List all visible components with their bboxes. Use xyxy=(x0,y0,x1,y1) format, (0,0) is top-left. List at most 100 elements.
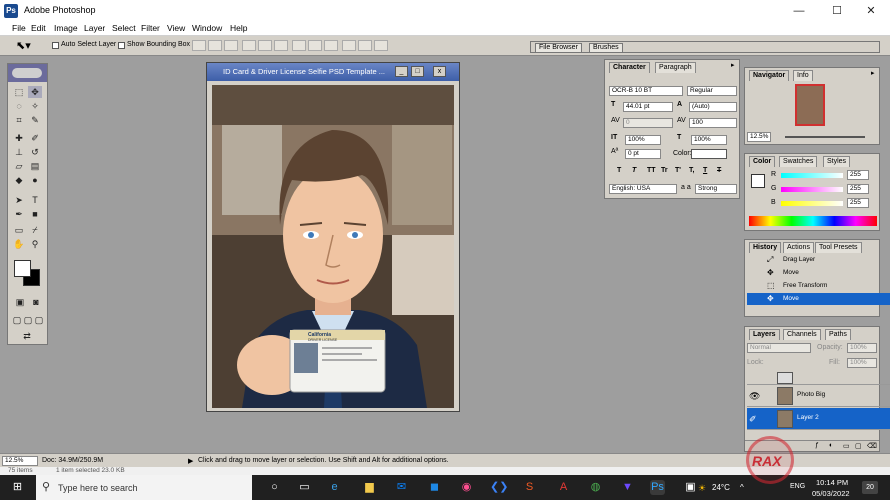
visibility-eye-icon[interactable]: 👁 xyxy=(749,390,761,402)
quickmask-mode-icon[interactable]: ◙ xyxy=(29,296,43,308)
menu-select[interactable]: Select xyxy=(112,23,136,33)
align-top-icon[interactable] xyxy=(192,40,206,51)
maximize-button[interactable]: ☐ xyxy=(822,3,852,19)
font-family-select[interactable]: OCR-B 10 BT xyxy=(609,86,683,96)
magic-wand-icon[interactable]: ✧ xyxy=(28,100,42,112)
menu-view[interactable]: View xyxy=(167,23,185,33)
doc-size-info[interactable]: Doc: 34.9M/250.9M xyxy=(42,457,103,464)
history-item[interactable]: ⬚ Free Transform xyxy=(747,280,890,292)
baseline-shift-field[interactable]: 0 pt xyxy=(625,149,661,159)
strikethrough-button[interactable]: T xyxy=(717,167,721,174)
windows-start-icon[interactable]: ⊞ xyxy=(10,480,25,495)
layer-row-active[interactable]: ✐ Layer 2 xyxy=(747,408,890,430)
lasso-tool-icon[interactable]: ◌ xyxy=(12,100,26,112)
align-left-icon[interactable] xyxy=(242,40,256,51)
menu-image[interactable]: Image xyxy=(54,23,78,33)
tab-brushes[interactable]: Brushes xyxy=(589,43,623,53)
menu-filter[interactable]: Filter xyxy=(141,23,160,33)
doc-minimize-button[interactable]: _ xyxy=(395,66,408,77)
document-titlebar[interactable]: ID Card & Driver License Selfie PSD Temp… xyxy=(207,63,459,81)
edge-icon[interactable]: e xyxy=(327,480,342,495)
history-item[interactable]: ⤢ Drag Layer xyxy=(747,254,890,266)
show-bbox-checkbox[interactable] xyxy=(118,42,125,49)
stamp-tool-icon[interactable]: ⊥ xyxy=(12,146,26,158)
distribute-vcenter-icon[interactable] xyxy=(308,40,322,51)
crop-tool-icon[interactable]: ⌗ xyxy=(12,114,26,126)
menu-file[interactable]: File xyxy=(12,23,26,33)
layer-row[interactable] xyxy=(747,371,890,385)
align-hcenter-icon[interactable] xyxy=(258,40,272,51)
blue-value-field[interactable]: 255 xyxy=(847,198,869,208)
text-color-swatch[interactable] xyxy=(691,149,727,159)
vertical-scale-field[interactable]: 100% xyxy=(625,135,661,145)
navigator-zoom-field[interactable]: 12.5% xyxy=(747,132,771,142)
layer-row[interactable]: 👁 Photo Big xyxy=(747,385,890,407)
store-icon[interactable]: ◼ xyxy=(427,480,442,495)
notes-tool-icon[interactable]: ▭ xyxy=(12,224,26,236)
eraser-tool-icon[interactable]: ▱ xyxy=(12,160,26,172)
screen-mode-full-icon[interactable]: ▢ xyxy=(32,314,46,326)
navigator-thumbnail[interactable] xyxy=(795,84,825,126)
cortana-icon[interactable]: ○ xyxy=(267,480,282,495)
standard-mode-icon[interactable]: ▣ xyxy=(13,296,27,308)
clock-time[interactable]: 10:14 PM xyxy=(816,478,848,487)
new-adjustment-icon[interactable]: ◐ xyxy=(829,442,833,449)
task-view-icon[interactable]: ▭ xyxy=(297,480,312,495)
file-explorer-icon[interactable]: ▆ xyxy=(362,480,377,495)
weather-temp[interactable]: 24°C xyxy=(712,483,730,492)
tracking-field[interactable]: 100 xyxy=(689,118,737,128)
dodge-tool-icon[interactable]: ● xyxy=(28,174,42,186)
language-select[interactable]: English: USA xyxy=(609,184,677,194)
brush-link-icon[interactable]: ✐ xyxy=(749,413,761,425)
auto-select-checkbox[interactable] xyxy=(52,42,59,49)
tab-color[interactable]: Color xyxy=(749,156,776,167)
distribute-right-icon[interactable] xyxy=(374,40,388,51)
pen-tool-icon[interactable]: ✒ xyxy=(12,208,26,220)
close-button[interactable]: ✕ xyxy=(856,3,886,19)
font-size-field[interactable]: 44.01 pt xyxy=(623,102,673,112)
eyedropper-icon[interactable]: ⌿ xyxy=(28,224,42,236)
tab-info[interactable]: Info xyxy=(793,70,813,81)
new-folder-icon[interactable]: ▭ xyxy=(843,442,850,450)
gradient-tool-icon[interactable]: ▤ xyxy=(28,160,42,172)
layer-style-icon[interactable]: ƒ xyxy=(815,442,819,449)
doc-maximize-button[interactable]: □ xyxy=(411,66,424,77)
vpn-icon[interactable]: ▼ xyxy=(620,480,635,495)
tab-styles[interactable]: Styles xyxy=(823,156,851,167)
eye-logo-icon[interactable] xyxy=(12,68,42,78)
green-slider[interactable] xyxy=(781,187,843,192)
status-arrow-icon[interactable]: ▶ xyxy=(188,457,193,465)
horizontal-scale-field[interactable]: 100% xyxy=(691,135,727,145)
tab-swatches[interactable]: Swatches xyxy=(779,156,818,167)
status-zoom-field[interactable]: 12.5% xyxy=(2,456,38,466)
tab-navigator[interactable]: Navigator xyxy=(749,70,790,81)
tab-file-browser[interactable]: File Browser xyxy=(535,43,582,53)
tab-paragraph[interactable]: Paragraph xyxy=(655,62,696,73)
taskbar-search[interactable]: ⚲ Type here to search xyxy=(36,475,252,500)
move-tool-icon[interactable]: ✥ xyxy=(28,86,42,98)
move-tool-icon[interactable]: ⬉▾ xyxy=(16,39,31,52)
red-slider[interactable] xyxy=(781,173,843,178)
type-tool-icon[interactable]: T xyxy=(28,194,42,206)
small-caps-button[interactable]: Tr xyxy=(661,167,668,174)
kerning-field[interactable]: 0 xyxy=(623,118,673,128)
blue-slider[interactable] xyxy=(781,201,843,206)
distribute-top-icon[interactable] xyxy=(292,40,306,51)
history-item[interactable]: ✥ Move xyxy=(747,267,890,279)
brush-tool-icon[interactable]: ✐ xyxy=(28,132,42,144)
notification-badge[interactable]: 20 xyxy=(862,481,878,494)
doc-close-button[interactable]: x xyxy=(433,66,446,77)
color-fg-swatch[interactable] xyxy=(751,174,765,188)
antialias-select[interactable]: Strong xyxy=(695,184,737,194)
distribute-bottom-icon[interactable] xyxy=(324,40,338,51)
tab-character[interactable]: Character xyxy=(609,62,650,73)
trash-icon[interactable]: ⌫ xyxy=(867,442,877,450)
distribute-hcenter-icon[interactable] xyxy=(358,40,372,51)
vscode-icon[interactable]: ❮❯ xyxy=(490,480,508,495)
faux-bold-button[interactable]: T xyxy=(617,167,621,174)
all-caps-button[interactable]: TT xyxy=(647,167,656,174)
align-right-icon[interactable] xyxy=(274,40,288,51)
path-select-icon[interactable]: ➤ xyxy=(12,194,26,206)
zoom-tool-icon[interactable]: ⚲ xyxy=(28,238,42,250)
green-value-field[interactable]: 255 xyxy=(847,184,869,194)
